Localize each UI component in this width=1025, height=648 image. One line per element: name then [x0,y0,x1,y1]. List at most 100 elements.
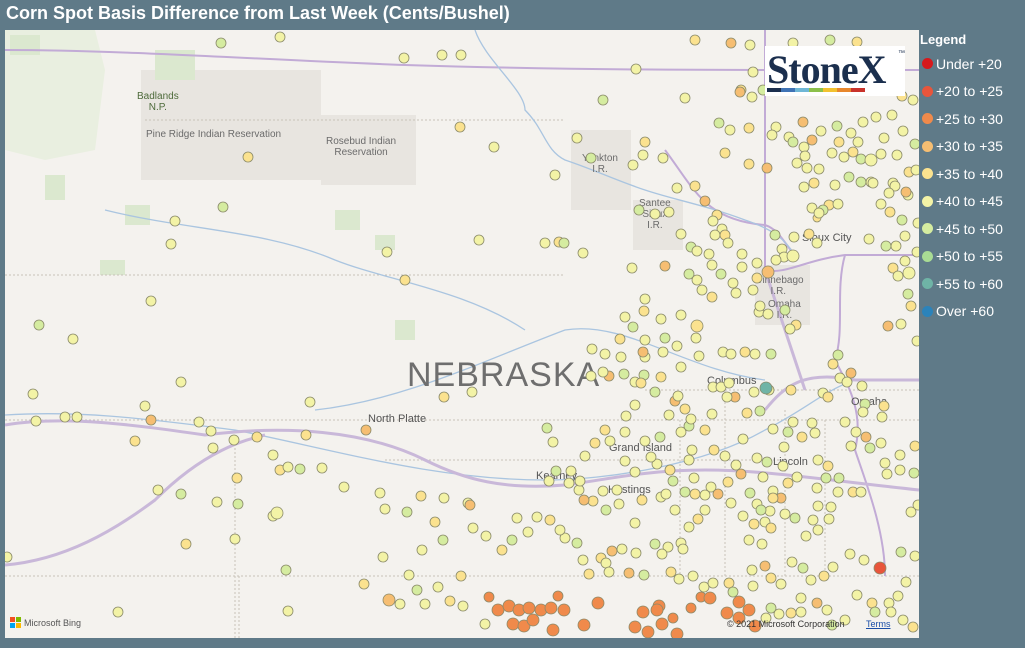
basis-point[interactable] [649,538,661,550]
legend-item[interactable]: +30 to +35 [920,133,1024,161]
basis-point[interactable] [797,562,809,574]
basis-point[interactable] [765,572,777,584]
basis-point[interactable] [895,318,907,330]
basis-point[interactable] [879,457,891,469]
basis-point[interactable] [377,551,389,563]
basis-point[interactable] [636,605,650,619]
basis-point[interactable] [712,488,724,500]
basis-point[interactable] [832,198,844,210]
basis-point[interactable] [604,435,616,447]
basis-point[interactable] [382,593,396,607]
basis-point[interactable] [637,149,649,161]
basis-point[interactable] [480,530,492,542]
basis-point[interactable] [657,152,669,164]
basis-point[interactable] [683,454,695,466]
basis-point[interactable] [175,376,187,388]
basis-point[interactable] [403,569,415,581]
basis-point[interactable] [603,566,615,578]
legend-item[interactable]: +20 to +25 [920,78,1024,106]
basis-point[interactable] [767,492,779,504]
basis-point[interactable] [777,460,789,472]
basis-point[interactable] [550,465,562,477]
basis-point[interactable] [883,597,895,609]
basis-point[interactable] [267,449,279,461]
basis-point[interactable] [679,486,691,498]
basis-point[interactable] [473,234,485,246]
basis-point[interactable] [838,151,850,163]
basis-point[interactable] [883,187,895,199]
basis-point[interactable] [577,618,591,632]
basis-point[interactable] [890,240,902,252]
basis-point[interactable] [812,454,824,466]
basis-point[interactable] [690,332,702,344]
basis-point[interactable] [899,230,911,242]
basis-point[interactable] [741,407,753,419]
basis-point[interactable] [809,427,821,439]
basis-point[interactable] [747,580,759,592]
basis-point[interactable] [597,366,609,378]
basis-point[interactable] [878,400,890,412]
basis-point[interactable] [725,348,737,360]
basis-point[interactable] [679,92,691,104]
basis-point[interactable] [820,472,832,484]
basis-point[interactable] [496,544,508,556]
basis-point[interactable] [577,247,589,259]
basis-point[interactable] [638,569,650,581]
basis-point[interactable] [526,613,540,627]
basis-point[interactable] [205,425,217,437]
basis-point[interactable] [600,557,612,569]
basis-point[interactable] [719,147,731,159]
basis-point[interactable] [839,416,851,428]
basis-point[interactable] [900,186,912,198]
basis-point[interactable] [845,367,857,379]
basis-point[interactable] [671,182,683,194]
basis-point[interactable] [845,440,857,452]
basis-point[interactable] [689,180,701,192]
basis-point[interactable] [360,424,372,436]
basis-point[interactable] [722,237,734,249]
basis-point[interactable] [756,538,768,550]
basis-point[interactable] [784,323,796,335]
basis-point[interactable] [743,122,755,134]
basis-point[interactable] [654,431,666,443]
basis-point[interactable] [338,481,350,493]
basis-point[interactable] [543,475,555,487]
basis-point[interactable] [692,513,704,525]
basis-point[interactable] [727,277,739,289]
basis-point[interactable] [639,293,651,305]
basis-point[interactable] [381,246,393,258]
basis-point[interactable] [639,136,651,148]
basis-point[interactable] [437,534,449,546]
basis-point[interactable] [761,265,775,279]
basis-point[interactable] [270,506,284,520]
basis-point[interactable] [736,261,748,273]
basis-point[interactable] [826,147,838,159]
basis-point[interactable] [773,608,785,620]
basis-point[interactable] [786,249,800,263]
basis-point[interactable] [630,547,642,559]
basis-point[interactable] [785,384,797,396]
basis-point[interactable] [759,560,771,572]
basis-point[interactable] [801,162,813,174]
basis-point[interactable] [755,504,767,516]
basis-point[interactable] [574,475,586,487]
basis-point[interactable] [770,254,782,266]
basis-point[interactable] [720,606,734,620]
basis-point[interactable] [798,181,810,193]
basis-point[interactable] [909,550,919,562]
basis-point[interactable] [779,304,791,316]
basis-point[interactable] [294,463,306,475]
basis-point[interactable] [549,169,561,181]
basis-point[interactable] [623,567,635,579]
basis-point[interactable] [869,606,881,618]
basis-point[interactable] [558,237,570,249]
basis-point[interactable] [829,179,841,191]
basis-point[interactable] [679,403,691,415]
basis-point[interactable] [806,417,818,429]
basis-point[interactable] [531,511,543,523]
basis-point[interactable] [544,601,558,615]
basis-point[interactable] [812,500,824,512]
basis-point[interactable] [723,577,735,589]
basis-point[interactable] [71,411,83,423]
basis-point[interactable] [552,590,564,602]
